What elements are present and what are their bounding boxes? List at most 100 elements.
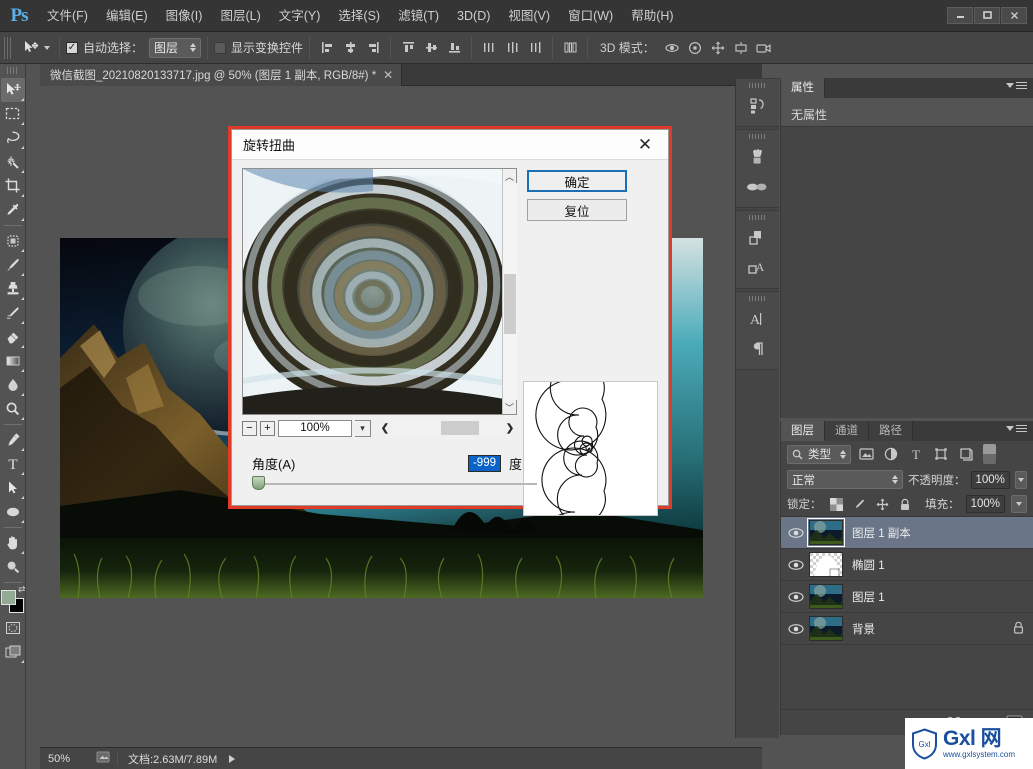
scroll-down-icon[interactable]: ﹀ — [503, 400, 517, 414]
camera-3d-icon[interactable] — [753, 37, 775, 59]
tool-path-selection[interactable] — [1, 476, 25, 500]
angle-slider-handle[interactable] — [252, 476, 265, 490]
align-left-edges-icon[interactable] — [316, 37, 338, 59]
angle-slider-track[interactable] — [258, 483, 537, 485]
paragraph-panel-icon[interactable] — [736, 334, 778, 364]
layer-name[interactable]: 图层 1 副本 — [852, 525, 911, 541]
layer-thumbnail[interactable] — [809, 552, 843, 577]
tool-move[interactable] — [0, 78, 25, 102]
align-horizontal-centers-icon[interactable] — [339, 37, 361, 59]
tool-brush[interactable] — [1, 253, 25, 277]
preview-zoom-chevron-down-icon[interactable]: ▾ — [355, 419, 371, 437]
status-zoom-level[interactable]: 50% — [48, 753, 96, 765]
layers-panel-menu-button[interactable] — [1006, 425, 1027, 432]
menu-edit[interactable]: 编辑(E) — [97, 0, 157, 32]
scroll-track-horizontal[interactable] — [392, 421, 503, 435]
opacity-value[interactable]: 100% — [970, 470, 1010, 489]
align-bottom-edges-icon[interactable] — [443, 37, 465, 59]
layer-filter-type-select[interactable]: 类型 — [787, 444, 851, 464]
preview-zoom-value[interactable]: 100% — [278, 419, 352, 437]
scroll-thumb[interactable] — [503, 274, 516, 335]
filter-pixel-layers-icon[interactable] — [856, 444, 876, 464]
scroll-up-icon[interactable]: ︿ — [503, 169, 517, 183]
distribute-center-icon[interactable] — [501, 37, 523, 59]
zoom-out-button[interactable]: − — [242, 420, 257, 436]
menu-view[interactable]: 视图(V) — [499, 0, 559, 32]
history-panel-icon[interactable] — [736, 91, 778, 121]
swatches-panel-icon[interactable] — [736, 172, 778, 202]
menu-help[interactable]: 帮助(H) — [622, 0, 682, 32]
document-tab-close-icon[interactable]: ✕ — [383, 69, 393, 81]
layer-visibility-icon[interactable] — [783, 517, 809, 549]
color-swatches[interactable]: ⇄ — [0, 584, 26, 614]
scroll-right-icon[interactable]: ❯ — [503, 423, 517, 434]
tool-eyedropper[interactable] — [1, 198, 25, 222]
lock-position-icon[interactable] — [874, 496, 891, 513]
minimize-button[interactable] — [947, 7, 973, 24]
menu-image[interactable]: 图像(I) — [157, 0, 212, 32]
layer-visibility-icon[interactable] — [783, 613, 809, 645]
foreground-color-swatch[interactable] — [0, 590, 16, 605]
layer-name[interactable]: 背景 — [852, 621, 875, 637]
swap-colors-icon[interactable]: ⇄ — [18, 584, 26, 595]
align-vertical-centers-icon[interactable] — [420, 37, 442, 59]
brush-panel-icon[interactable] — [736, 142, 778, 172]
opacity-chevron-down-icon[interactable] — [1014, 470, 1027, 489]
menu-select[interactable]: 选择(S) — [329, 0, 389, 32]
slide-3d-icon[interactable] — [730, 37, 752, 59]
filter-preview-image[interactable] — [243, 169, 502, 414]
distribute-left-icon[interactable] — [478, 37, 500, 59]
menu-filter[interactable]: 滤镜(T) — [389, 0, 448, 32]
tool-crop[interactable] — [1, 174, 25, 198]
adjustments-panel-icon[interactable] — [736, 223, 778, 253]
pan-3d-icon[interactable] — [707, 37, 729, 59]
dialog-title-bar[interactable]: 旋转扭曲 ✕ — [232, 130, 668, 160]
maximize-button[interactable] — [974, 7, 1000, 24]
roll-3d-icon[interactable] — [684, 37, 706, 59]
tool-dodge[interactable] — [1, 397, 25, 421]
table-row[interactable]: 图层 1 — [781, 581, 1033, 613]
scroll-track[interactable] — [502, 183, 517, 400]
filter-type-layers-icon[interactable]: T — [906, 444, 926, 464]
angle-slider[interactable] — [252, 476, 537, 490]
filter-enable-toggle[interactable] — [983, 444, 996, 464]
tool-gradient[interactable] — [1, 349, 25, 373]
align-top-edges-icon[interactable] — [397, 37, 419, 59]
tool-blur[interactable] — [1, 373, 25, 397]
distribute-right-icon[interactable] — [524, 37, 546, 59]
angle-input[interactable]: -999 — [467, 454, 501, 472]
menu-window[interactable]: 窗口(W) — [559, 0, 622, 32]
tool-hand[interactable] — [1, 531, 25, 555]
tool-healing-brush[interactable] — [1, 229, 25, 253]
menu-file[interactable]: 文件(F) — [38, 0, 97, 32]
tab-properties[interactable]: 属性 — [781, 78, 825, 98]
tool-marquee[interactable] — [1, 102, 25, 126]
layer-visibility-icon[interactable] — [783, 581, 809, 613]
character-panel-icon[interactable]: A — [736, 304, 778, 334]
table-row[interactable]: 图层 1 副本 — [781, 517, 1033, 549]
tool-history-brush[interactable] — [1, 301, 25, 325]
tool-preset-chevron-down-icon[interactable] — [44, 45, 50, 50]
preview-vertical-scrollbar[interactable]: ︿ ﹀ — [502, 169, 517, 414]
tab-channels[interactable]: 通道 — [825, 421, 869, 441]
status-expand-arrow-icon[interactable] — [229, 754, 236, 763]
lock-transparent-pixels-icon[interactable] — [828, 496, 845, 513]
scroll-left-icon[interactable]: ❮ — [378, 423, 392, 434]
tool-type[interactable]: T — [1, 452, 25, 476]
table-row[interactable]: 椭圆 1 — [781, 549, 1033, 581]
tab-layers[interactable]: 图层 — [781, 421, 825, 441]
quick-mask-toggle[interactable] — [1, 616, 25, 640]
tool-pen[interactable] — [1, 428, 25, 452]
zoom-in-button[interactable]: + — [260, 420, 275, 436]
dialog-close-button[interactable]: ✕ — [628, 131, 662, 159]
auto-select-checkbox[interactable]: ✓ — [66, 41, 78, 54]
tool-preset-picker[interactable] — [16, 36, 53, 60]
lock-image-pixels-icon[interactable] — [851, 496, 868, 513]
lock-all-icon[interactable] — [897, 496, 914, 513]
tool-zoom[interactable] — [1, 555, 25, 579]
menu-layer[interactable]: 图层(L) — [211, 0, 269, 32]
layer-name[interactable]: 椭圆 1 — [852, 557, 885, 573]
layer-thumbnail[interactable] — [809, 584, 843, 609]
ok-button[interactable]: 确定 — [527, 170, 627, 192]
screen-mode-toggle[interactable] — [1, 640, 25, 664]
